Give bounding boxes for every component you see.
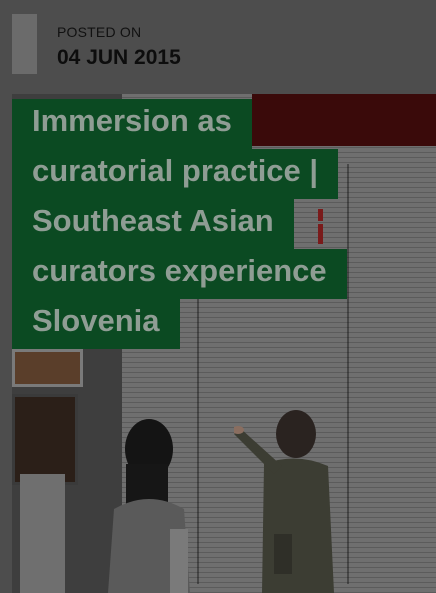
post-date: 04 JUN 2015: [57, 46, 181, 69]
framed-painting: [12, 349, 83, 387]
article-title-line[interactable]: curatorial practice |: [12, 149, 339, 199]
visitor-figure: [108, 419, 190, 593]
article-title-line[interactable]: Slovenia: [12, 299, 180, 349]
article-title[interactable]: Immersion as curatorial practice | South…: [12, 99, 367, 349]
article-title-line[interactable]: curators experience: [12, 249, 347, 299]
display-plinth: [20, 474, 65, 593]
article-title-line[interactable]: Southeast Asian: [12, 199, 294, 249]
visitor-pointing-figure: [234, 410, 334, 593]
article-title-line[interactable]: Immersion as: [12, 99, 252, 149]
framed-painting: [12, 394, 78, 485]
date-accent-bar: [12, 14, 37, 74]
posted-on-label: POSTED ON: [57, 24, 142, 40]
